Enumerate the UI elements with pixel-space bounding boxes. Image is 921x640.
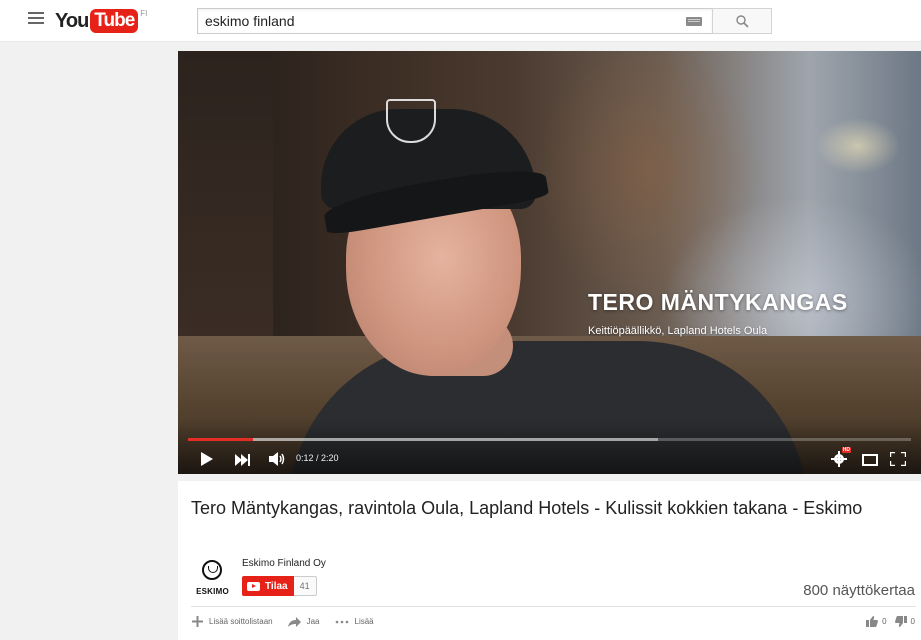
view-count: 800 näyttökertaa bbox=[803, 582, 915, 599]
channel-logo-text: ESKIMO bbox=[196, 587, 229, 596]
thumbs-down-icon bbox=[894, 616, 907, 627]
channel-name-link[interactable]: Eskimo Finland Oy bbox=[242, 558, 326, 569]
eskimo-logo-icon bbox=[202, 560, 222, 580]
like-dislike-bar: 0 0 bbox=[858, 616, 915, 627]
action-bar: Lisää soittolistaan Jaa Lisää bbox=[192, 616, 389, 627]
search-button[interactable] bbox=[712, 8, 772, 34]
lower-third-caption: TERO MÄNTYKANGAS Keittiöpäällikkö, Lapla… bbox=[588, 289, 848, 337]
gear-icon bbox=[831, 451, 847, 467]
dislike-count: 0 bbox=[910, 617, 915, 626]
next-icon bbox=[235, 454, 250, 466]
search-icon bbox=[736, 15, 749, 28]
divider bbox=[191, 606, 916, 607]
progress-buffered bbox=[188, 438, 658, 441]
masthead: You Tube FI bbox=[0, 0, 921, 42]
video-frame bbox=[178, 51, 921, 474]
youtube-play-icon bbox=[247, 581, 260, 591]
logo-you-text: You bbox=[55, 10, 89, 32]
subscriber-count: 41 bbox=[293, 576, 317, 596]
time-display: 0:12 / 2:20 bbox=[296, 453, 339, 463]
hd-badge: HD bbox=[841, 447, 851, 453]
search-input[interactable] bbox=[198, 9, 678, 33]
guide-menu-icon[interactable] bbox=[28, 12, 44, 26]
thumbs-up-icon bbox=[866, 616, 878, 627]
keyboard-icon[interactable] bbox=[686, 17, 702, 26]
controls-background bbox=[178, 419, 921, 474]
play-button[interactable] bbox=[200, 452, 214, 471]
play-icon bbox=[201, 452, 213, 466]
add-to-playlist-label: Lisää soittolistaan bbox=[209, 617, 273, 626]
youtube-logo[interactable]: You Tube FI bbox=[55, 7, 147, 35]
like-count: 0 bbox=[882, 617, 887, 626]
progress-bar[interactable] bbox=[188, 438, 911, 441]
video-title: Tero Mäntykangas, ravintola Oula, Laplan… bbox=[191, 498, 863, 518]
theater-mode-button[interactable] bbox=[862, 453, 878, 471]
video-player[interactable]: TERO MÄNTYKANGAS Keittiöpäällikkö, Lapla… bbox=[178, 51, 921, 474]
theater-mode-icon bbox=[862, 454, 878, 466]
plus-icon bbox=[192, 616, 203, 627]
lower-third-subtitle: Keittiöpäällikkö, Lapland Hotels Oula bbox=[588, 325, 768, 337]
settings-button[interactable]: HD bbox=[831, 447, 851, 472]
progress-played bbox=[188, 438, 254, 441]
subscribe-button[interactable]: Tilaa 41 bbox=[242, 576, 317, 596]
dislike-button[interactable]: 0 bbox=[894, 616, 915, 627]
share-label: Jaa bbox=[306, 617, 320, 626]
more-actions-button[interactable]: Lisää bbox=[335, 617, 374, 626]
more-dots-icon bbox=[335, 620, 348, 623]
like-button[interactable]: 0 bbox=[866, 616, 887, 627]
channel-avatar[interactable]: ESKIMO bbox=[191, 556, 234, 599]
more-actions-label: Lisää bbox=[354, 617, 374, 626]
subscribe-label: Tilaa bbox=[265, 580, 288, 592]
video-info-panel: Tero Mäntykangas, ravintola Oula, Laplan… bbox=[178, 481, 921, 640]
volume-icon bbox=[269, 452, 285, 466]
subscribe-label-wrap: Tilaa bbox=[242, 576, 294, 596]
share-icon bbox=[287, 616, 301, 627]
lower-third-name: TERO MÄNTYKANGAS bbox=[588, 289, 848, 315]
volume-button[interactable] bbox=[269, 452, 285, 471]
share-button[interactable]: Jaa bbox=[287, 616, 320, 627]
fullscreen-button[interactable] bbox=[888, 450, 908, 471]
search-box bbox=[197, 8, 713, 34]
logo-country-code: FI bbox=[140, 9, 148, 18]
add-to-playlist-button[interactable]: Lisää soittolistaan bbox=[192, 616, 273, 627]
next-button[interactable] bbox=[235, 453, 251, 471]
logo-tube-text: Tube bbox=[90, 9, 139, 33]
fullscreen-icon bbox=[888, 450, 908, 468]
